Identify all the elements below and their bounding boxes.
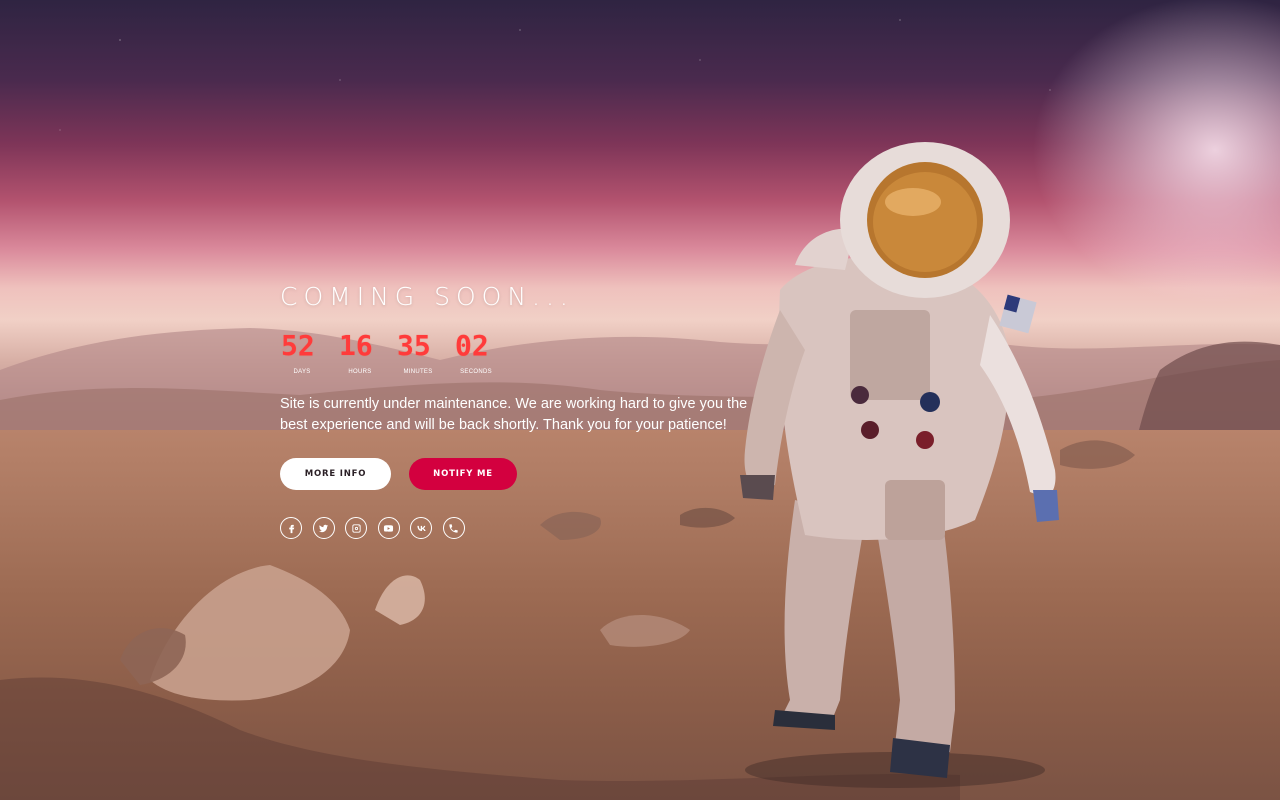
instagram-icon (351, 523, 361, 533)
social-links (280, 517, 760, 541)
twitter-icon (318, 524, 329, 532)
facebook-link[interactable] (280, 517, 302, 539)
countdown-seconds-label: SECONDS (460, 369, 492, 375)
facebook-icon (288, 524, 294, 533)
notify-me-button[interactable]: NOTIFY ME (409, 458, 517, 490)
countdown-seconds: 02 SECONDS (454, 330, 512, 378)
vk-icon (416, 525, 426, 531)
countdown-hours-label: HOURS (348, 369, 372, 375)
countdown-minutes-label: MINUTES (403, 369, 433, 375)
countdown-timer: 52 DAYS 16 HOURS 35 MINUTES 02 SECONDS (280, 330, 760, 378)
countdown-days: 52 DAYS (280, 330, 338, 378)
countdown-seconds-value: 02 (454, 330, 512, 362)
youtube-icon (383, 524, 394, 532)
stars-background (0, 0, 1280, 220)
instagram-link[interactable] (345, 517, 367, 539)
phone-link[interactable] (442, 517, 465, 539)
page-title: COMING SOON... (280, 282, 574, 311)
countdown-days-label: DAYS (293, 369, 311, 375)
countdown-hours-value: 16 (338, 330, 396, 362)
page-background: COMING SOON... 52 DAYS 16 HOURS 35 MINUT… (0, 0, 1280, 800)
action-buttons: MORE INFO NOTIFY ME (280, 458, 760, 490)
countdown-days-value: 52 (280, 330, 338, 362)
twitter-link[interactable] (312, 517, 335, 539)
countdown-minutes-value: 35 (396, 330, 454, 362)
countdown-hours: 16 HOURS (338, 330, 396, 378)
main-content: COMING SOON... 52 DAYS 16 HOURS 35 MINUT… (280, 280, 760, 541)
astronaut-image (740, 142, 1059, 788)
vk-link[interactable] (410, 517, 432, 539)
youtube-link[interactable] (377, 517, 400, 539)
phone-icon (449, 523, 458, 533)
countdown-minutes: 35 MINUTES (396, 330, 454, 378)
more-info-button[interactable]: MORE INFO (280, 458, 391, 490)
maintenance-description: Site is currently under maintenance. We … (280, 396, 748, 433)
